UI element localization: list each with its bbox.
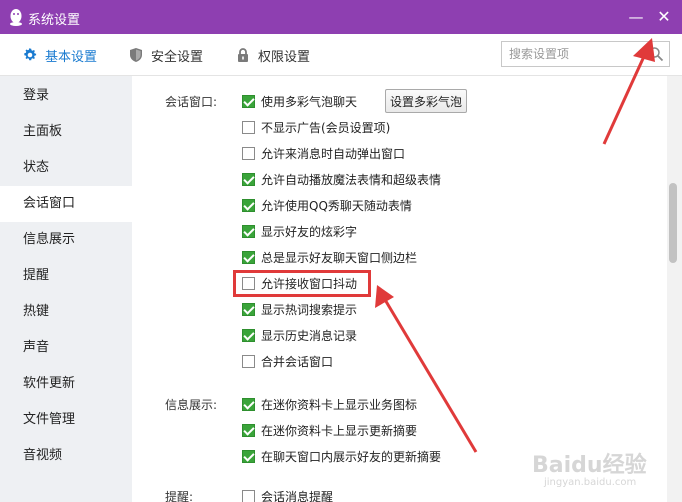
checkbox[interactable] [242, 354, 255, 368]
option-label: 显示历史消息记录 [261, 328, 358, 343]
section-label-chat: 会话窗口: [165, 95, 218, 109]
option-label: 在迷你资料卡上显示更新摘要 [261, 423, 418, 438]
tab-permission-settings[interactable]: 权限设置 [235, 45, 310, 65]
option-colorful-text[interactable]: 显示好友的炫彩字 [242, 222, 357, 240]
sidebar-item-sound[interactable]: 声音 [0, 330, 132, 366]
sidebar-item-info-display[interactable]: 信息展示 [0, 222, 132, 258]
watermark-url: jingyan.baidu.com [544, 477, 637, 488]
minimize-button[interactable]: — [625, 6, 647, 28]
option-chat-message-remind[interactable]: 会话消息提醒 [242, 487, 333, 502]
tab-label: 基本设置 [45, 49, 98, 65]
search-input[interactable] [502, 42, 642, 66]
option-label: 显示热词搜索提示 [261, 302, 358, 317]
tab-basic-settings[interactable]: 基本设置 [22, 45, 97, 65]
watermark-logo: Baidu经验 [532, 453, 647, 478]
option-colorful-bubble[interactable]: 使用多彩气泡聊天 [242, 92, 357, 110]
checkbox[interactable] [242, 198, 255, 212]
scrollbar-thumb[interactable] [669, 183, 677, 263]
checkbox[interactable] [242, 250, 255, 264]
title-bar: 系统设置 — ✕ [0, 0, 682, 34]
option-label: 显示好友的炫彩字 [261, 224, 358, 239]
checkbox[interactable] [242, 120, 255, 134]
option-autoplay-magic-emoji[interactable]: 允许自动播放魔法表情和超级表情 [242, 170, 441, 188]
option-auto-popup[interactable]: 允许来消息时自动弹出窗口 [242, 144, 405, 162]
search-icon[interactable] [648, 46, 664, 62]
option-label: 允许使用QQ秀聊天随动表情 [261, 198, 412, 213]
option-merge-windows[interactable]: 合并会话窗口 [242, 352, 333, 370]
checkbox[interactable] [242, 449, 255, 463]
checkbox[interactable] [242, 397, 255, 411]
option-history[interactable]: 显示历史消息记录 [242, 326, 357, 344]
baidu-jingyan-watermark: Baidu经验 jingyan.baidu.com [532, 447, 672, 497]
option-chat-friend-summary[interactable]: 在聊天窗口内展示好友的更新摘要 [242, 447, 441, 465]
lock-icon [238, 48, 248, 62]
option-label: 不显示广告(会员设置项) [261, 120, 391, 135]
option-no-ads[interactable]: 不显示广告(会员设置项) [242, 118, 390, 136]
sidebar-item-chat-window[interactable]: 会话窗口 [0, 186, 132, 222]
tab-label: 安全设置 [151, 49, 204, 65]
sidebar-item-hotkey[interactable]: 热键 [0, 294, 132, 330]
sidebar-item-file-management[interactable]: 文件管理 [0, 402, 132, 438]
shield-icon [130, 48, 142, 62]
tab-security-settings[interactable]: 安全设置 [128, 45, 203, 65]
sidebar-item-remind[interactable]: 提醒 [0, 258, 132, 294]
sidebar: 登录 主面板 状态 会话窗口 信息展示 提醒 热键 声音 软件更新 文件管理 音… [0, 76, 132, 502]
settings-content: 会话窗口: 设置多彩气泡 使用多彩气泡聊天 不显示广告(会员设置项) 允许来消息… [132, 76, 667, 502]
checkbox[interactable] [242, 224, 255, 238]
checkbox[interactable] [242, 328, 255, 342]
scrollbar-track[interactable] [667, 76, 682, 502]
qq-penguin-icon [10, 9, 22, 26]
option-hotword-search[interactable]: 显示热词搜索提示 [242, 300, 357, 318]
checkbox[interactable] [242, 423, 255, 437]
sidebar-item-audio-video[interactable]: 音视频 [0, 438, 132, 474]
option-show-sidebar[interactable]: 总是显示好友聊天窗口侧边栏 [242, 248, 417, 266]
section-label-remind: 提醒: [165, 490, 194, 502]
checkbox[interactable] [242, 146, 255, 160]
option-mini-card-summary[interactable]: 在迷你资料卡上显示更新摘要 [242, 421, 417, 439]
sidebar-item-main-panel[interactable]: 主面板 [0, 114, 132, 150]
window-title: 系统设置 [28, 13, 81, 28]
search-box [501, 41, 670, 67]
annotation-highlight-box [233, 270, 371, 297]
checkbox[interactable] [242, 94, 255, 108]
option-label: 合并会话窗口 [261, 354, 334, 369]
checkbox[interactable] [242, 302, 255, 316]
checkbox[interactable] [242, 489, 255, 502]
sidebar-item-login[interactable]: 登录 [0, 78, 132, 114]
option-label: 会话消息提醒 [261, 489, 334, 502]
option-label: 使用多彩气泡聊天 [261, 94, 358, 109]
option-label: 在聊天窗口内展示好友的更新摘要 [261, 449, 442, 464]
option-label: 总是显示好友聊天窗口侧边栏 [261, 250, 418, 265]
set-colorful-bubble-button[interactable]: 设置多彩气泡 [385, 89, 467, 113]
option-qqshow-emoji[interactable]: 允许使用QQ秀聊天随动表情 [242, 196, 412, 214]
gear-icon [24, 48, 37, 61]
option-label: 允许自动播放魔法表情和超级表情 [261, 172, 442, 187]
sidebar-item-status[interactable]: 状态 [0, 150, 132, 186]
checkbox[interactable] [242, 172, 255, 186]
option-label: 允许来消息时自动弹出窗口 [261, 146, 406, 161]
section-label-info: 信息展示: [165, 398, 218, 412]
option-mini-card-icons[interactable]: 在迷你资料卡上显示业务图标 [242, 395, 417, 413]
sidebar-item-software-update[interactable]: 软件更新 [0, 366, 132, 402]
option-label: 在迷你资料卡上显示业务图标 [261, 397, 418, 412]
tab-label: 权限设置 [258, 49, 311, 65]
close-button[interactable]: ✕ [653, 6, 675, 28]
